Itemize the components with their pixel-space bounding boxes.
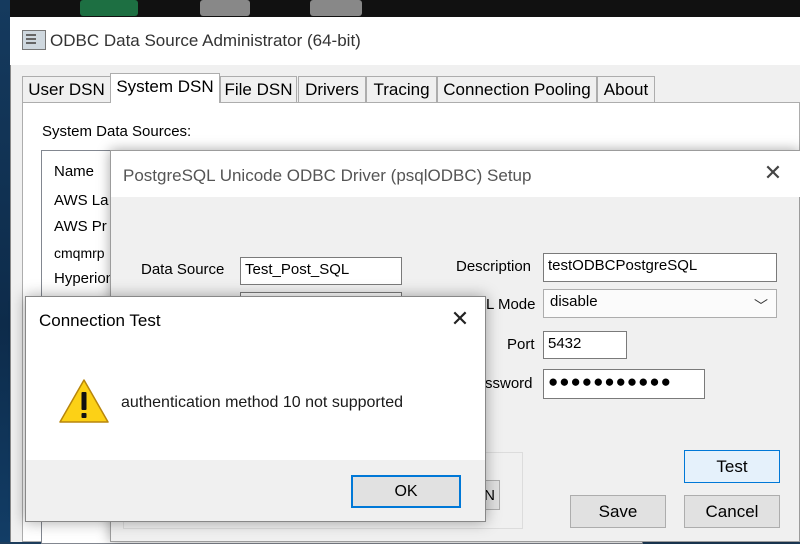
cancel-button[interactable]: Cancel [684, 495, 780, 528]
list-item[interactable]: Hyperion [54, 270, 114, 287]
list-header-name[interactable]: Name [54, 163, 94, 180]
gear-icon-2[interactable] [310, 0, 362, 16]
message-title: Connection Test [39, 311, 161, 330]
list-item[interactable]: AWS Pr [54, 218, 107, 235]
tab-file-dsn[interactable]: File DSN [220, 76, 297, 102]
system-data-sources-label: System Data Sources: [42, 123, 192, 140]
tab-system-dsn[interactable]: System DSN [110, 73, 220, 103]
desktop-left-strip [0, 0, 10, 542]
list-item[interactable]: cmqmrp [54, 245, 105, 261]
tab-drivers[interactable]: Drivers [298, 76, 366, 102]
port-input[interactable]: 5432 [543, 331, 627, 359]
test-button[interactable]: Test [684, 450, 780, 483]
save-button[interactable]: Save [570, 495, 666, 528]
warning-icon [59, 379, 109, 423]
chevron-down-icon: ﹀ [754, 298, 768, 314]
tab-tracing[interactable]: Tracing [366, 76, 437, 102]
list-item[interactable]: AWS La [54, 192, 108, 209]
ssl-mode-label: L Mode [486, 296, 536, 313]
tab-about[interactable]: About [597, 76, 655, 102]
close-icon[interactable]: ✕ [760, 160, 786, 186]
ssl-mode-select[interactable]: disable ﹀ [543, 289, 777, 318]
password-input[interactable]: ●●●●●●●●●●● [543, 369, 705, 399]
description-input[interactable]: testODBCPostgreSQL [543, 253, 777, 282]
window-title: ODBC Data Source Administrator (64-bit) [50, 31, 361, 50]
description-label: Description [456, 258, 532, 275]
data-source-label: Data Source [141, 261, 225, 278]
gear-icon[interactable] [200, 0, 250, 16]
tab-user-dsn[interactable]: User DSN [22, 76, 111, 102]
data-source-input[interactable]: Test_Post_SQL [240, 257, 402, 285]
odbc-app-icon [22, 30, 46, 50]
password-label: ssword [485, 375, 533, 392]
tab-connection-pooling[interactable]: Connection Pooling [437, 76, 597, 102]
setup-title: PostgreSQL Unicode ODBC Driver (psqlODBC… [123, 166, 532, 185]
excel-icon[interactable] [80, 0, 138, 16]
port-label: Port [507, 336, 535, 353]
ok-button[interactable]: OK [351, 475, 461, 508]
message-text: authentication method 10 not supported [121, 394, 403, 411]
close-icon[interactable]: ✕ [448, 306, 472, 332]
ssl-mode-value: disable [550, 293, 598, 310]
